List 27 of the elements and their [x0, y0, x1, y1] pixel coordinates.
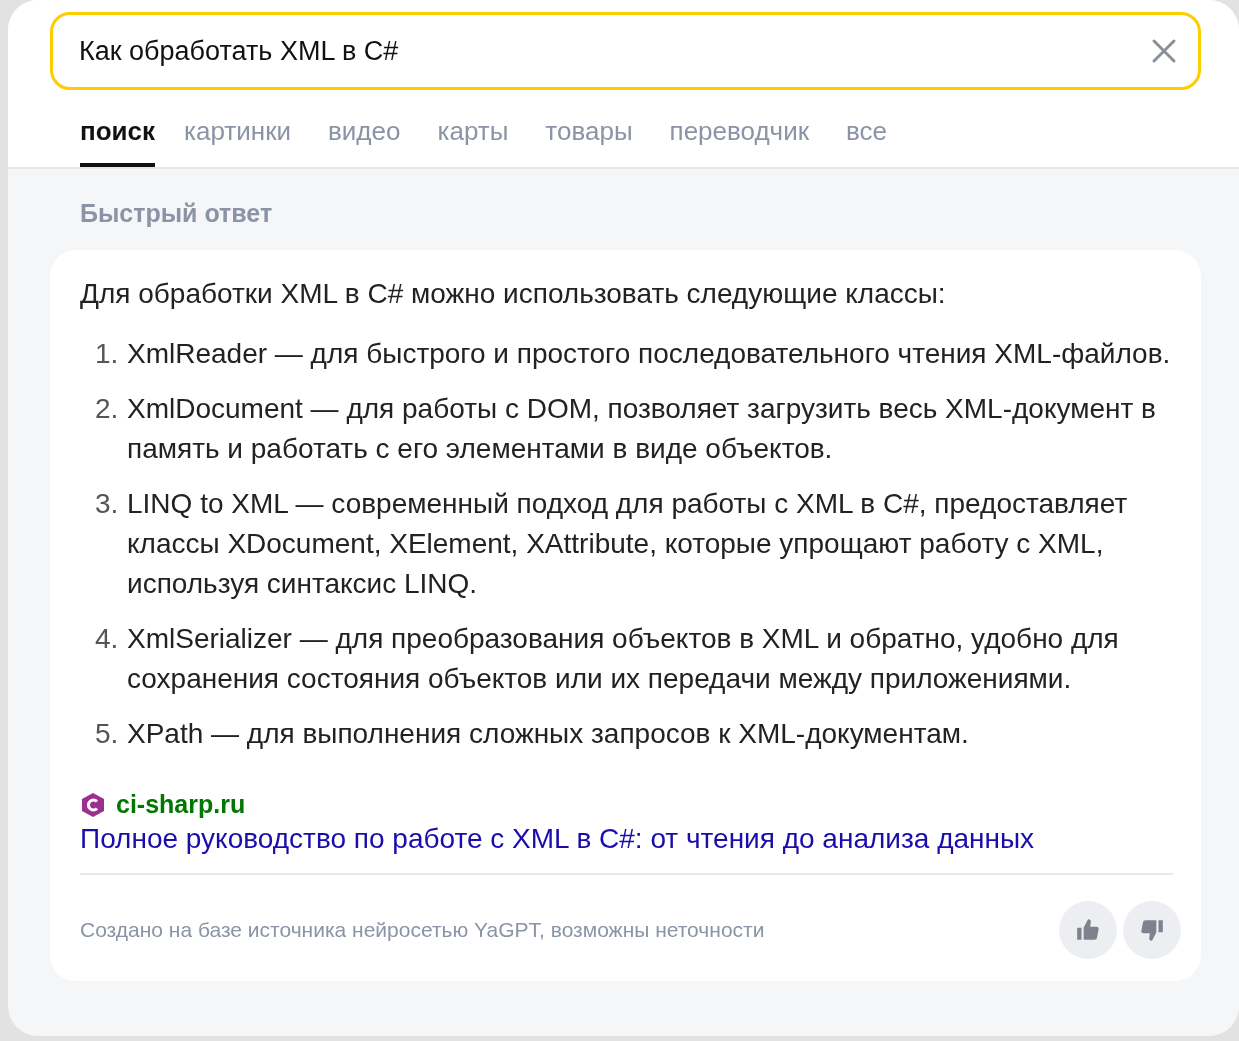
list-number: 4. [94, 622, 120, 656]
tab[interactable]: картинки [184, 116, 292, 167]
tab[interactable]: переводчик [669, 116, 810, 167]
source-title-link[interactable]: Полное руководство по работе с XML в C#: от чтения до анализа данных [80, 823, 1173, 855]
answer-intro: Для обработки XML в C# можно использовать следующие классы: [80, 277, 947, 311]
thumbs-down-icon [1139, 917, 1165, 943]
list-item-text: XPath — для выполнения сложных запросов к XML-документам. [127, 717, 970, 751]
list-item-text: XmlReader — для быстрого и простого последовательного чтения XML-файлов. [127, 337, 1172, 371]
list-item-text: LINQ to XML — современный подход для работы с XML в C#, предоставляет классы XDocument, XElement, XAttribute, которые упрощают работу с XML, используя синтаксис LINQ. [127, 487, 1129, 601]
hexagon-logo-icon [80, 791, 106, 818]
list-number: 3. [94, 487, 120, 521]
tab[interactable]: поиск [80, 116, 156, 167]
source-site-link[interactable]: ci-sharp.ru [116, 790, 246, 819]
close-icon[interactable] [1151, 38, 1177, 64]
tab[interactable]: видео [328, 116, 401, 167]
section-title: Быстрый ответ [79, 199, 274, 228]
tab[interactable]: карты [437, 116, 509, 167]
list-number: 5. [94, 717, 120, 751]
list-number: 1. [94, 337, 120, 371]
list-item-text: XmlDocument — для работы с DOM, позволяет загрузить весь XML-документ в память и работать с его элементами в виде объектов. [127, 392, 1157, 466]
thumbs-up-icon [1075, 917, 1101, 943]
disclaimer-text: Создано на базе источника нейросетью YaGPT, возможны неточности [80, 918, 765, 942]
list-number: 2. [94, 392, 120, 426]
list-item-text: XmlSerializer — для преобразования объектов в XML и обратно, удобно для сохранения состояния объектов или их передачи между приложениями. [127, 622, 1120, 696]
tab[interactable]: все [846, 116, 888, 167]
search-field[interactable]: Как обработать XML в C# [50, 12, 1201, 90]
tab[interactable]: товары [545, 116, 633, 167]
